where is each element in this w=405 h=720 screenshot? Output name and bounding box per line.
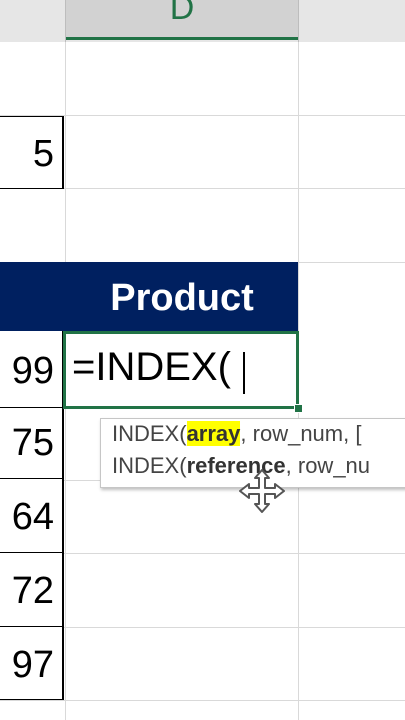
table-cell-value[interactable]: 99: [0, 331, 64, 408]
column-header-separator[interactable]: [298, 0, 299, 42]
gridline-horizontal: [0, 700, 405, 701]
table-cell-value[interactable]: 64: [0, 479, 64, 553]
tooltip-arg-highlighted[interactable]: array: [186, 421, 241, 446]
formula-input[interactable]: =INDEX(: [72, 344, 231, 390]
tooltip-func-name: INDEX(: [112, 421, 187, 446]
column-header-separator[interactable]: [65, 0, 66, 42]
table-cell-value[interactable]: 97: [0, 627, 64, 700]
table-cell-value[interactable]: 72: [0, 553, 64, 627]
tooltip-rest: , row_num, [: [240, 421, 362, 446]
product-header-cell[interactable]: Product: [66, 262, 298, 331]
tooltip-rest: , row_nu: [285, 453, 371, 478]
move-cursor-icon: [239, 469, 285, 513]
fill-handle[interactable]: [294, 404, 303, 413]
tooltip-func-name: INDEX(: [112, 453, 187, 478]
table-cell-value[interactable]: 75: [0, 408, 64, 479]
column-d-label: D: [169, 0, 195, 27]
text-caret: [243, 352, 245, 394]
lookup-value-cell[interactable]: 5: [0, 116, 64, 189]
tooltip-syntax-array[interactable]: INDEX(array, row_num, [: [112, 419, 361, 449]
